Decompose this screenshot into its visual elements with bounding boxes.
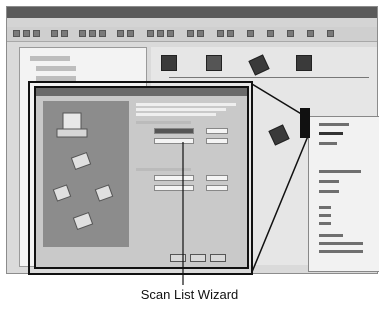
figure-caption: Scan List Wizard [140, 287, 239, 302]
callout-connector-line [251, 83, 309, 119]
callout-connector-line [251, 135, 309, 273]
callout-overlay [28, 81, 310, 285]
callout-frame [28, 81, 253, 275]
selected-device-icon [300, 108, 310, 138]
